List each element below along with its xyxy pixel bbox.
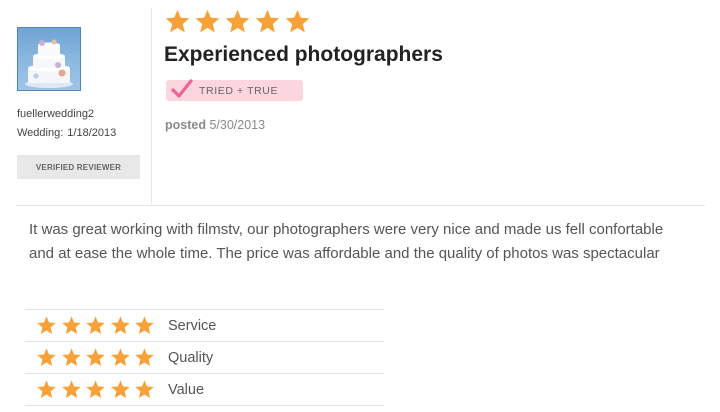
star-icon (86, 348, 105, 366)
rating-label: Value (168, 382, 205, 398)
section-divider (16, 205, 705, 206)
star-icon (86, 380, 105, 398)
star-icon (61, 348, 81, 366)
star-icon (110, 380, 130, 398)
verified-reviewer-badge: VERIFIED REVIEWER (17, 155, 140, 179)
rating-stars (36, 315, 159, 336)
star-icon (195, 9, 220, 33)
star-icon (61, 380, 81, 398)
rating-row-service: Service (25, 309, 384, 341)
wedding-label: Wedding: (17, 127, 64, 139)
rating-label: Service (168, 318, 217, 334)
star-icon (165, 9, 190, 33)
posted-label: posted (165, 118, 206, 132)
checkmark-icon (171, 79, 193, 98)
star-icon (86, 316, 105, 334)
reviewer-username[interactable]: fuellerwedding2 (17, 108, 94, 120)
rating-stars (36, 379, 159, 400)
wedding-date: Wedding: 1/18/2013 (17, 127, 116, 139)
star-icon (255, 9, 280, 33)
posted-date-value: 5/30/2013 (209, 118, 266, 132)
rating-row-value: Value (25, 373, 384, 406)
star-icon (135, 348, 154, 366)
star-icon (61, 316, 81, 334)
review-title: Experienced photographers (164, 43, 443, 66)
overall-rating-stars (164, 8, 314, 35)
star-icon (135, 316, 154, 334)
badge-label: TRIED + TRUE (199, 85, 279, 97)
rating-stars (36, 347, 159, 368)
rating-label: Quality (168, 350, 214, 366)
star-icon (110, 348, 130, 366)
wedding-date-value: 1/18/2013 (67, 127, 117, 139)
reviewer-avatar (17, 27, 81, 91)
star-icon (37, 348, 56, 366)
posted-date: posted 5/30/2013 (165, 118, 265, 132)
tried-true-badge: TRIED + TRUE (166, 79, 303, 101)
review-body: It was great working with filmstv, our p… (29, 221, 664, 262)
column-divider (151, 8, 152, 204)
rating-row-quality: Quality (25, 341, 384, 373)
wedding-cake-icon (25, 39, 73, 88)
category-ratings: Service Quality Value (25, 309, 384, 406)
star-icon (225, 9, 250, 33)
star-icon (110, 316, 130, 334)
star-icon (135, 380, 154, 398)
star-icon (285, 9, 310, 33)
star-icon (37, 380, 56, 398)
star-icon (37, 316, 56, 334)
